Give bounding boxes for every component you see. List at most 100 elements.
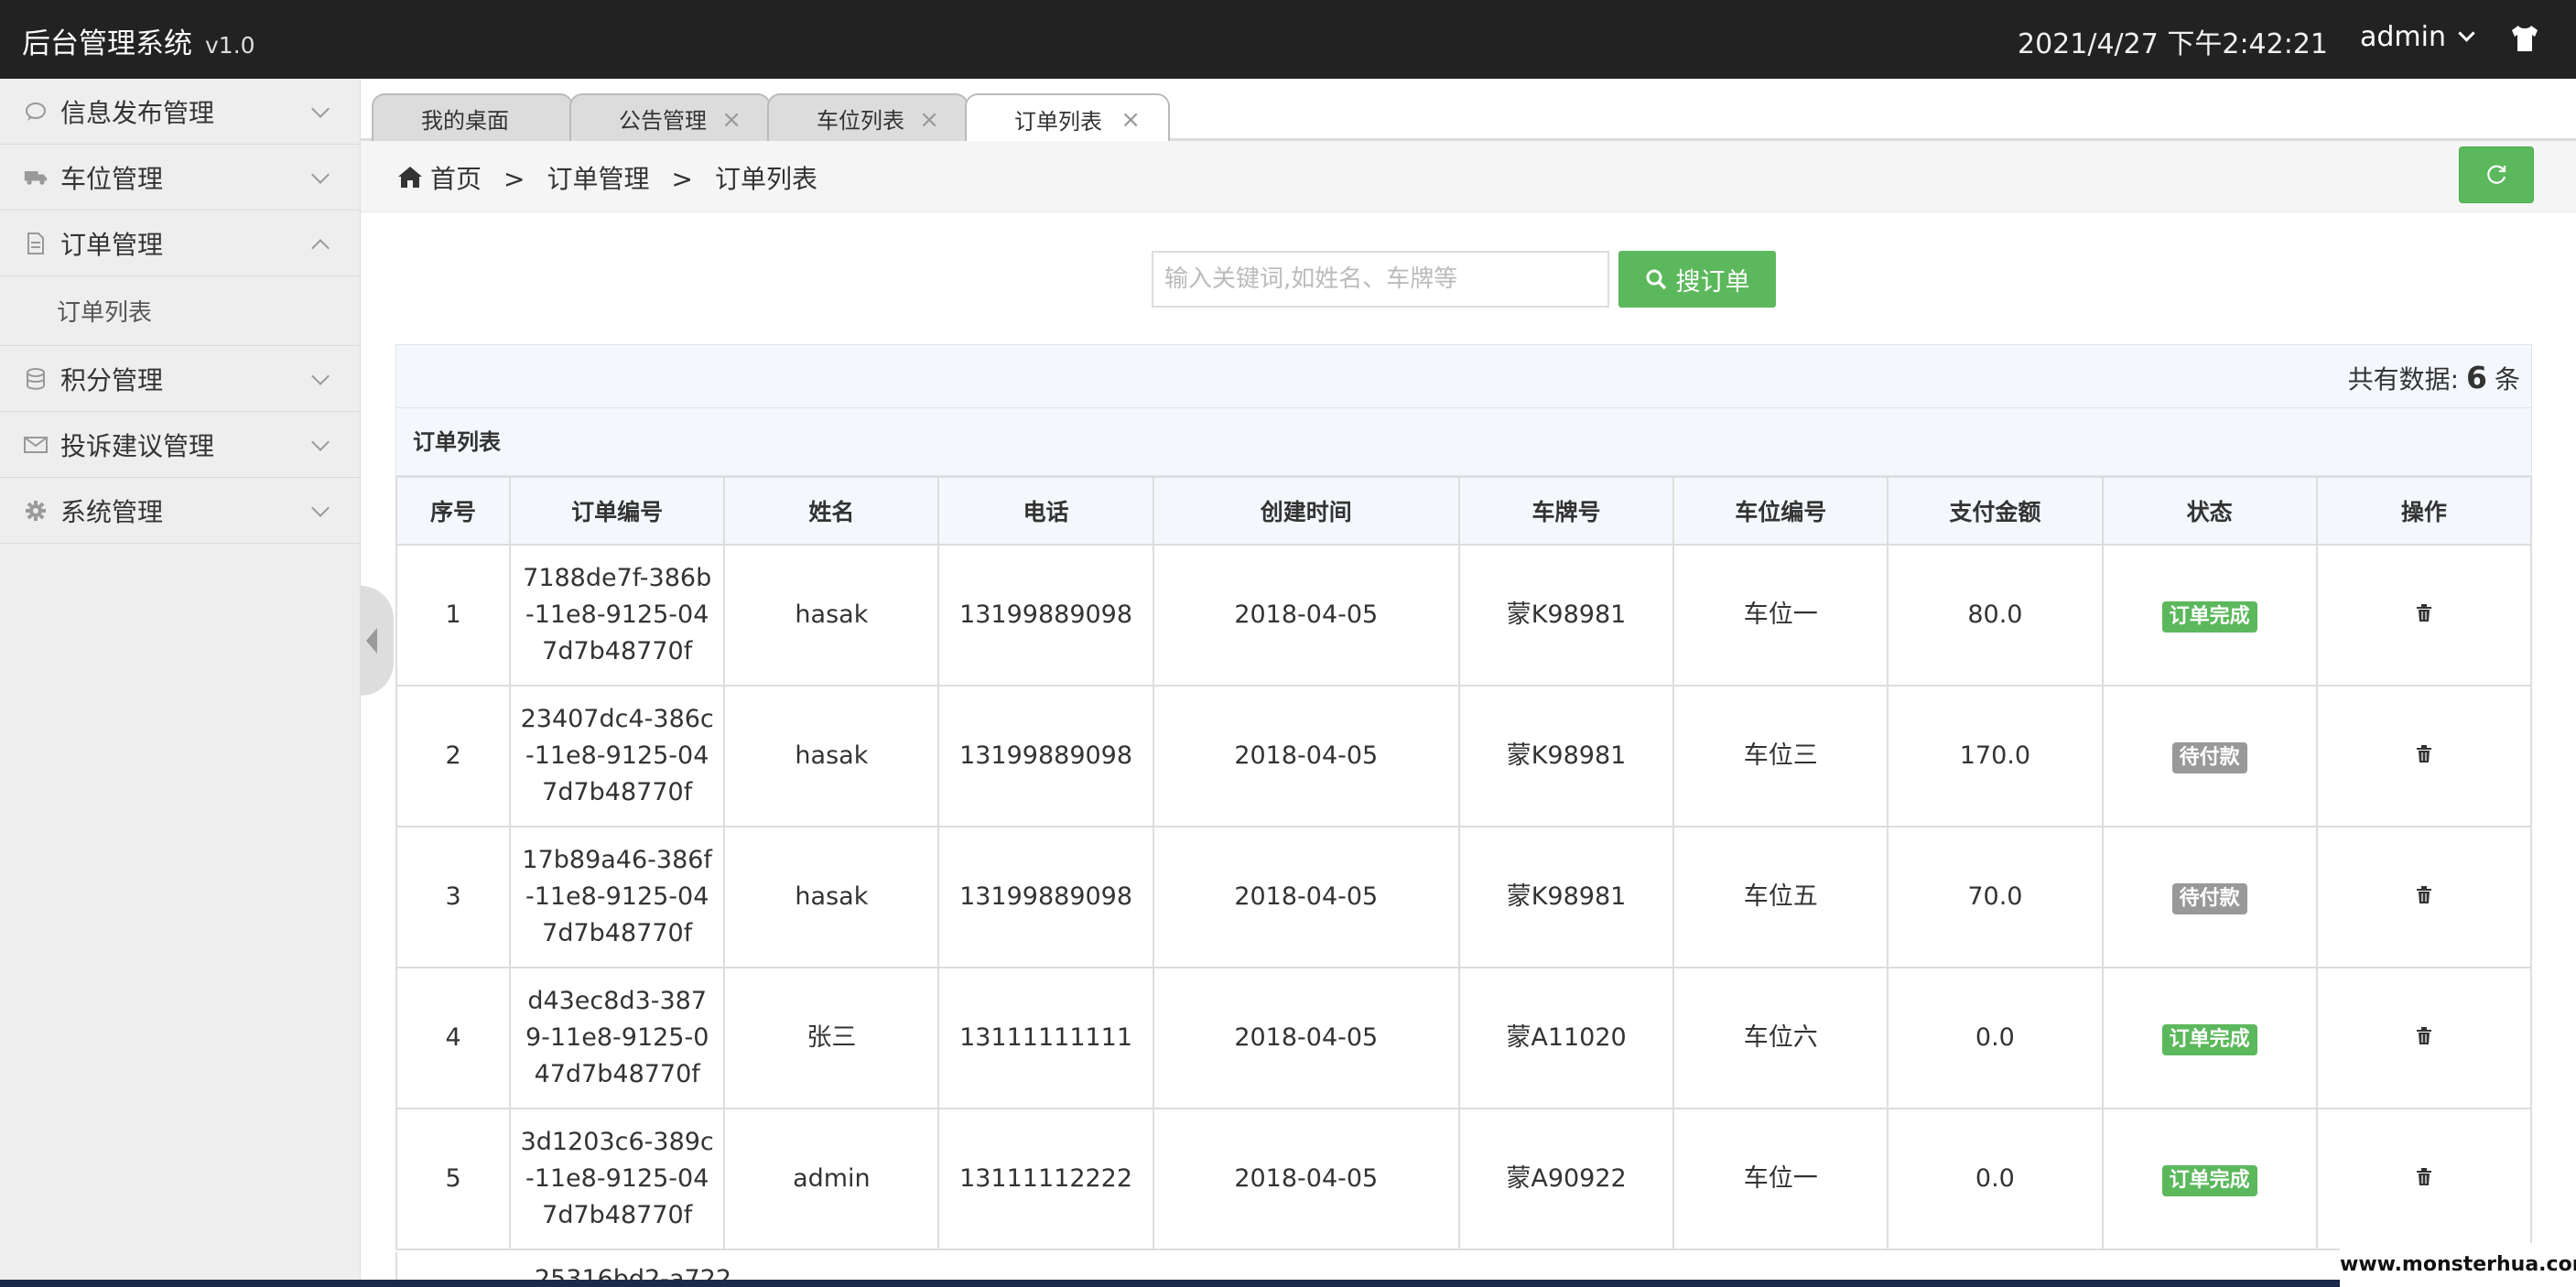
tab-bar: 我的桌面 公告管理 × 车位列表 × 订单列表 × [361,79,2576,144]
refresh-button[interactable] [2459,146,2534,203]
close-icon[interactable]: × [721,106,741,134]
sidebar-item-parking[interactable]: 车位管理 [0,145,360,211]
trash-icon[interactable] [2416,597,2432,633]
app-version: v1.0 [205,32,255,59]
chevron-down-icon [311,499,330,517]
sidebar-item-info-publish[interactable]: 信息发布管理 [0,79,360,145]
collapse-arrow-icon [366,628,377,654]
cell-amount: 0.0 [1887,1108,2104,1250]
cell-phone: 13199889098 [937,685,1154,827]
summary-bar: 共有数据: 6 条 [395,344,2532,408]
cell-created: 2018-04-05 [1152,1108,1460,1250]
sidebar-item-label: 车位管理 [60,163,164,194]
envelope-icon [24,433,48,457]
sidebar-item-orders[interactable]: 订单管理 [0,211,360,276]
cell-slot: 车位五 [1672,826,1889,968]
chevron-down-icon [311,100,330,118]
trash-icon[interactable] [2416,738,2432,774]
cell-orderno: 3d1203c6-389c-11e8-9125-047d7b48770f [509,1108,726,1250]
sidebar-collapse-handle[interactable] [361,586,394,696]
cell-actions [2315,967,2533,1109]
cell-slot: 车位三 [1672,685,1889,827]
gear-icon [24,499,48,523]
cell-status: 订单完成 [2101,967,2318,1109]
column-header: 序号 [395,476,512,546]
sidebar-subitem-order-list[interactable]: 订单列表 [0,276,360,346]
cell-slot: 车位一 [1672,544,1889,687]
cell-slot: 车位一 [1672,1108,1889,1250]
cell-phone: 13199889098 [937,826,1154,968]
datetime-display: 2021/4/27 下午2:42:21 [2018,28,2329,60]
cell-actions [2315,1108,2533,1250]
sidebar: 信息发布管理 车位管理 订单管理 订单列表 积分管理 投诉建议管理 系统管理 [0,79,361,1287]
sidebar-item-complaints[interactable]: 投诉建议管理 [0,412,360,478]
trash-icon[interactable] [2416,1020,2432,1056]
table-row: 1 7188de7f-386b-11e8-9125-047d7b48770f has… [395,544,2533,687]
sidebar-item-points[interactable]: 积分管理 [0,346,360,412]
cell-name: hasak [723,544,940,687]
status-badge: 待付款 [2171,742,2247,773]
cell-plate: 蒙K98981 [1457,826,1675,968]
document-icon [24,232,48,255]
trash-icon[interactable] [2416,879,2432,915]
cell-amount: 80.0 [1887,544,2104,687]
status-badge: 待付款 [2171,883,2247,914]
tab-announcements[interactable]: 公告管理 × [569,93,771,141]
tab-label: 我的桌面 [421,107,509,134]
tab-label: 订单列表 [1014,109,1102,135]
table-row: 5 3d1203c6-389c-11e8-9125-047d7b48770f adm… [395,1108,2533,1250]
cell-name: hasak [723,685,940,827]
search-input[interactable] [1152,251,1609,308]
app-title: 后台管理系统 v1.0 [22,20,255,61]
breadcrumb-level1: 订单管理 [547,164,650,194]
cell-status: 订单完成 [2101,544,2318,687]
cell-status: 订单完成 [2101,1108,2318,1250]
cell-phone: 13111112222 [937,1108,1154,1250]
top-header: 后台管理系统 v1.0 2021/4/27 下午2:42:21 admin [0,0,2576,79]
column-header: 状态 [2101,476,2318,546]
record-count: 共有数据: 6 条 [2348,360,2520,396]
column-header: 操作 [2315,476,2533,546]
table-header-row: 序号 订单编号 姓名 电话 创建时间 车牌号 车位编号 支付金额 状态 操作 [395,476,2533,546]
table-row: 4 d43ec8d3-3879-11e8-9125-047d7b48770f 张三 1… [395,967,2533,1109]
cell-amount: 70.0 [1887,826,2104,968]
close-icon[interactable]: × [1120,106,1141,134]
cell-no: 3 [395,826,512,968]
database-icon [24,367,48,391]
tab-parking-list[interactable]: 车位列表 × [767,93,969,141]
search-icon [1646,269,1666,290]
cell-phone: 13199889098 [937,544,1154,687]
table-row: 3 17b89a46-386f-11e8-9125-047d7b48770f has… [395,826,2533,968]
cell-phone: 13111111111 [937,967,1154,1109]
app-title-text: 后台管理系统 [22,27,192,60]
cell-actions [2315,544,2533,687]
tab-desktop[interactable]: 我的桌面 [372,93,573,141]
cell-created: 2018-04-05 [1152,685,1460,827]
trash-icon[interactable] [2416,1161,2432,1197]
sidebar-item-label: 信息发布管理 [60,97,215,128]
cell-actions [2315,826,2533,968]
close-icon[interactable]: × [919,106,939,134]
panel-title: 订单列表 [395,408,2532,476]
cell-created: 2018-04-05 [1152,826,1460,968]
cell-name: 张三 [723,967,940,1109]
cell-amount: 0.0 [1887,967,2104,1109]
cell-name: admin [723,1108,940,1250]
home-icon [398,167,422,188]
shirt-icon[interactable] [2508,22,2541,55]
breadcrumb-home[interactable]: 首页 [430,164,482,194]
breadcrumb-separator: > [503,164,525,194]
bottom-strip [0,1280,2340,1287]
search-orders-button[interactable]: 搜订单 [1618,251,1776,308]
column-header: 车位编号 [1672,476,1889,546]
column-header: 创建时间 [1152,476,1460,546]
user-menu[interactable]: admin [2360,21,2475,53]
cell-plate: 蒙K98981 [1457,685,1675,827]
status-badge: 订单完成 [2161,1024,2257,1055]
tab-order-list[interactable]: 订单列表 × [965,93,1170,144]
cell-created: 2018-04-05 [1152,544,1460,687]
chevron-down-icon [311,166,330,184]
sidebar-item-system[interactable]: 系统管理 [0,478,360,544]
cell-status: 待付款 [2101,685,2318,827]
search-button-label: 搜订单 [1675,267,1750,296]
